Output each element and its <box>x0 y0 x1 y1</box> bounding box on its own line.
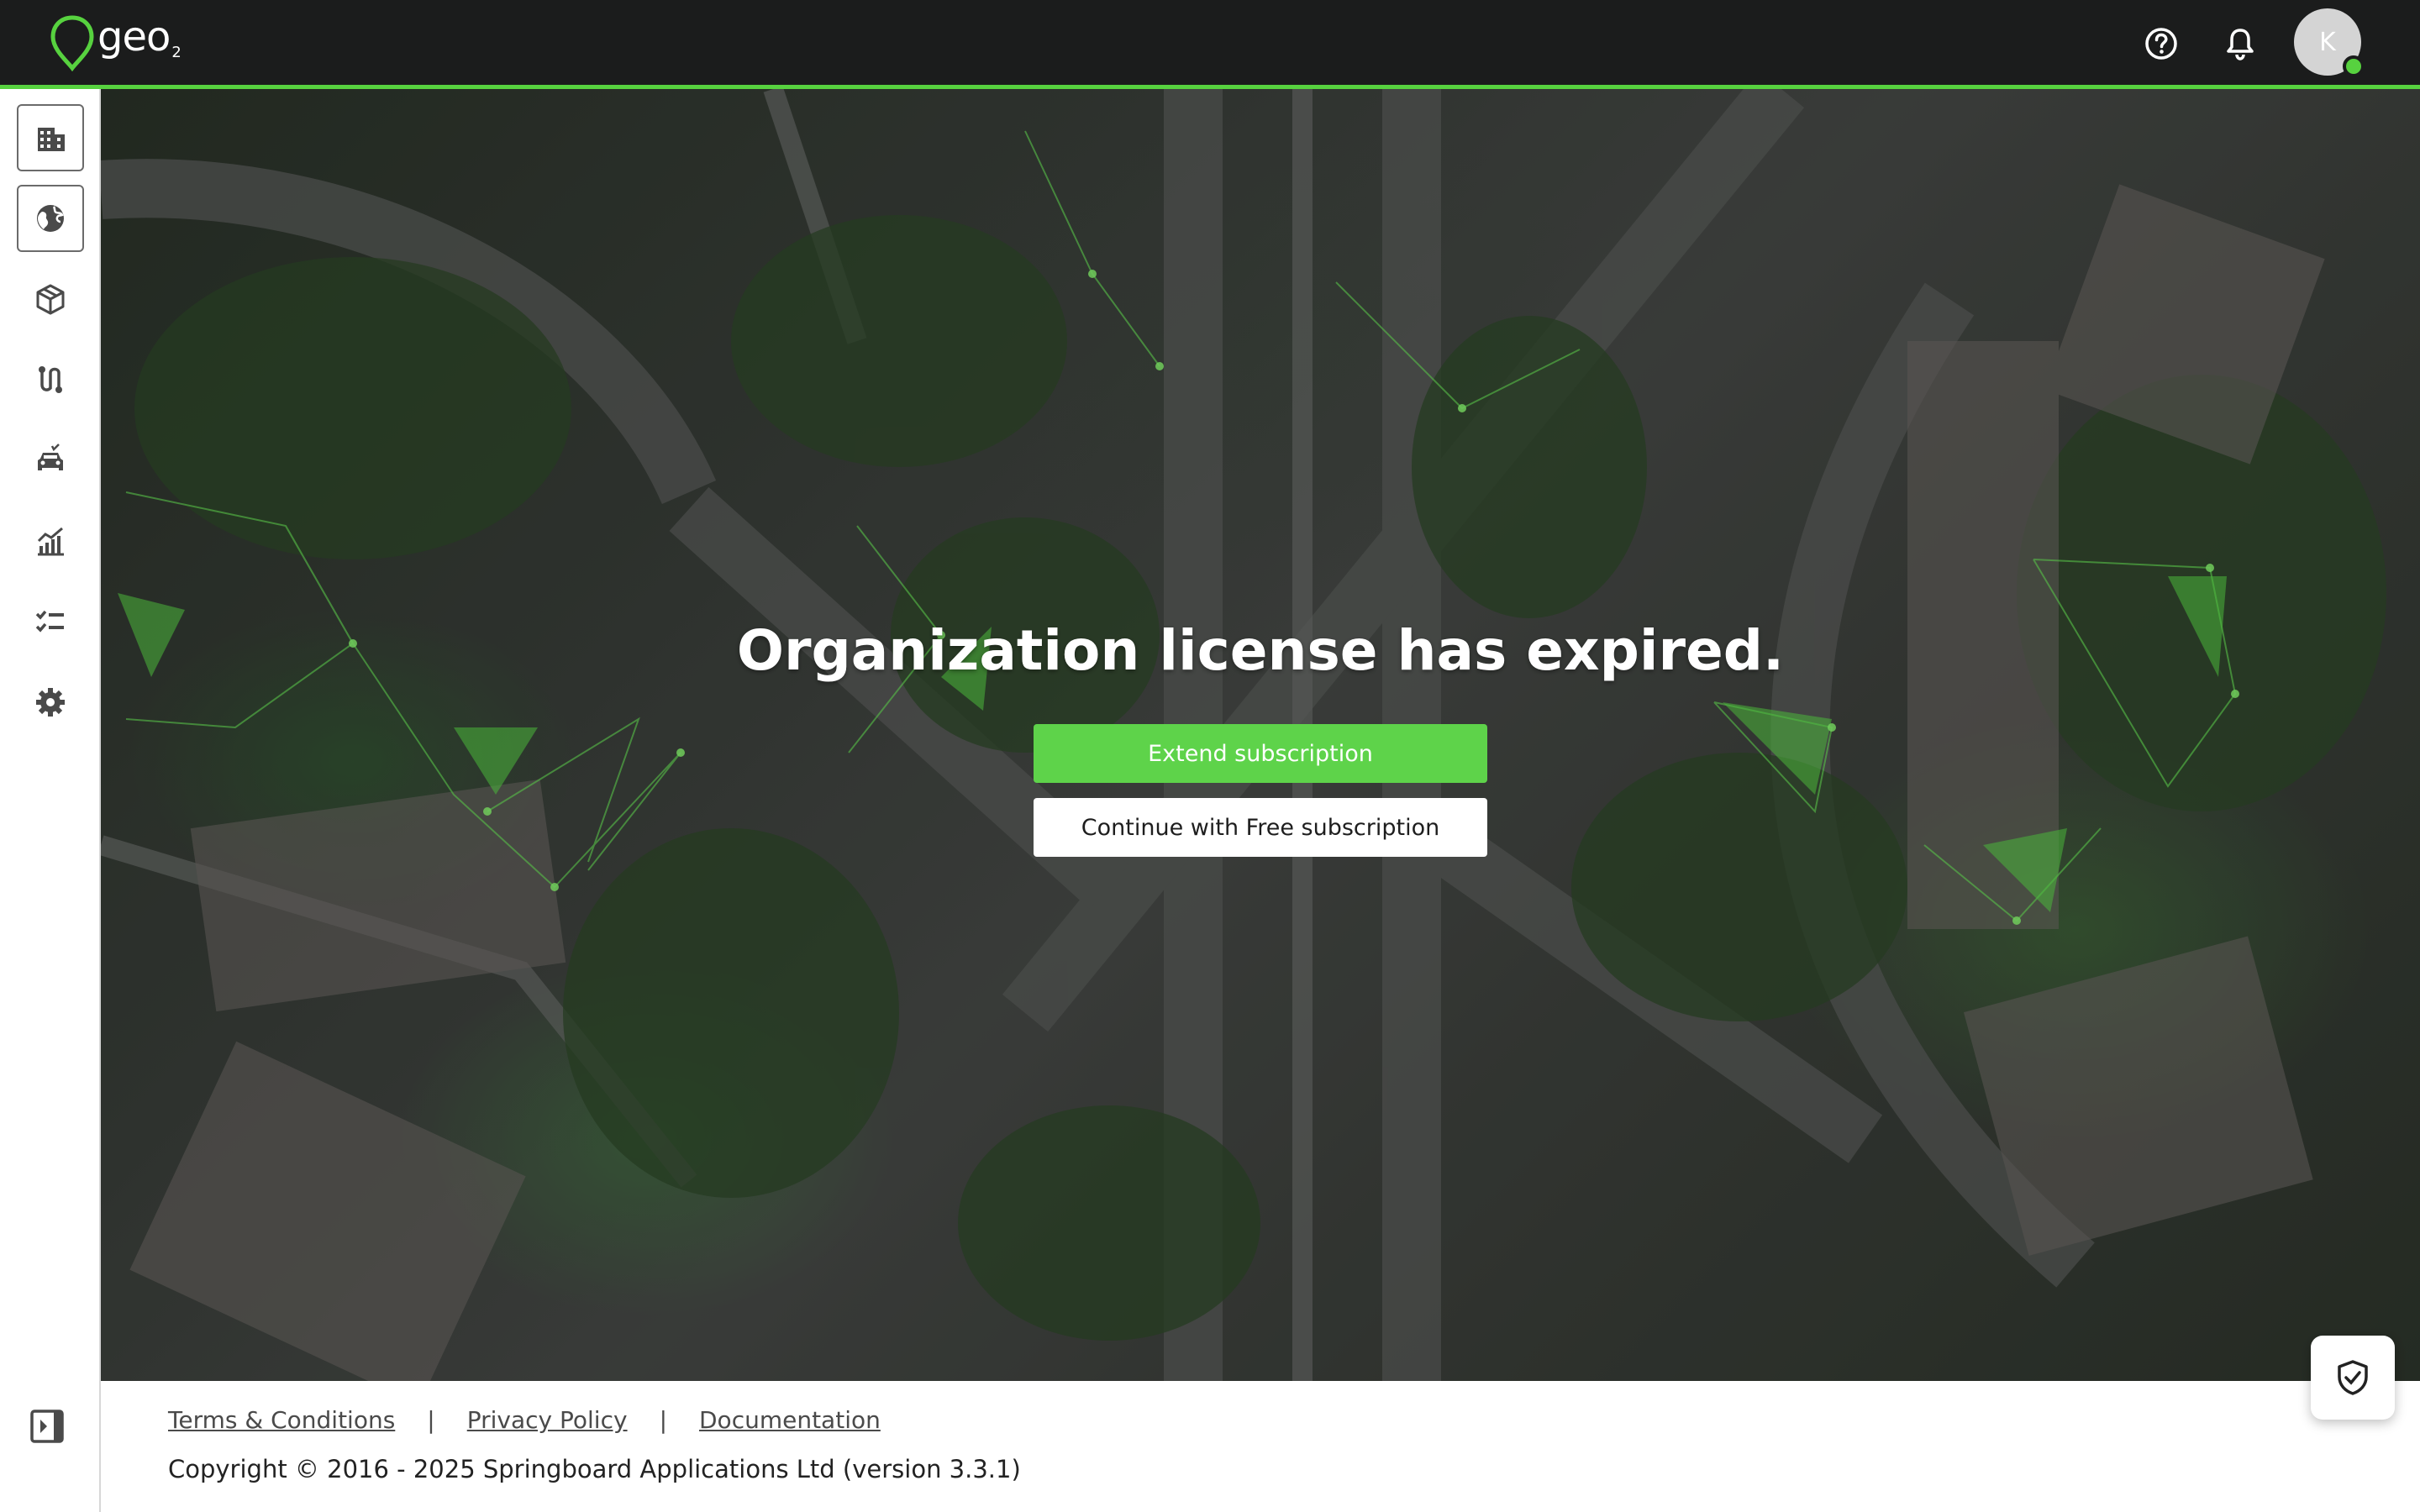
footer: Terms & Conditions | Privacy Policy | Do… <box>101 1381 2420 1512</box>
bell-icon[interactable] <box>2220 24 2260 64</box>
online-status-dot <box>2343 55 2365 77</box>
sidebar-item-settings[interactable] <box>17 669 84 736</box>
sidebar-item-organization[interactable] <box>17 104 84 171</box>
gear-icon <box>36 688 65 717</box>
sidebar <box>0 89 101 1512</box>
copyright-text: Copyright © 2016 - 2025 Springboard Appl… <box>168 1455 1021 1483</box>
security-shield-button[interactable] <box>2311 1336 2395 1420</box>
chart-icon <box>37 527 64 556</box>
sidebar-item-vehicles[interactable] <box>17 427 84 494</box>
hero-background: Organization license has expired. Extend… <box>101 89 2420 1381</box>
top-bar: geo 2 K <box>0 0 2420 89</box>
license-expired-heading: Organization license has expired. <box>736 618 1785 683</box>
help-icon[interactable] <box>2141 24 2181 64</box>
route-icon <box>39 366 62 393</box>
geo-logo[interactable]: geo 2 <box>49 13 182 72</box>
location-pin-icon <box>50 15 94 71</box>
privacy-link[interactable]: Privacy Policy <box>467 1406 628 1434</box>
cube-icon <box>36 284 65 315</box>
logo-text: geo <box>97 13 171 60</box>
shield-check-icon <box>2338 1360 2368 1395</box>
sidebar-item-maps[interactable] <box>17 185 84 252</box>
continue-free-subscription-button[interactable]: Continue with Free subscription <box>1034 798 1487 857</box>
sidebar-item-tasks[interactable] <box>17 588 84 655</box>
footer-separator: | <box>659 1406 667 1434</box>
footer-links: Terms & Conditions | Privacy Policy | Do… <box>168 1406 881 1434</box>
globe-icon <box>37 205 64 232</box>
documentation-link[interactable]: Documentation <box>699 1406 881 1434</box>
extend-subscription-button[interactable]: Extend subscription <box>1034 724 1487 783</box>
logo-subscript: 2 <box>171 43 182 61</box>
sidebar-item-assets[interactable] <box>17 265 84 333</box>
terms-link[interactable]: Terms & Conditions <box>168 1406 395 1434</box>
sidebar-collapse-icon[interactable] <box>29 1408 66 1445</box>
avatar-initial: K <box>2319 27 2336 57</box>
car-icon <box>38 444 63 470</box>
sidebar-item-analytics[interactable] <box>17 507 84 575</box>
sidebar-item-routes[interactable] <box>17 346 84 413</box>
footer-separator: | <box>427 1406 435 1434</box>
building-icon <box>38 128 65 151</box>
checklist-icon <box>35 610 64 633</box>
